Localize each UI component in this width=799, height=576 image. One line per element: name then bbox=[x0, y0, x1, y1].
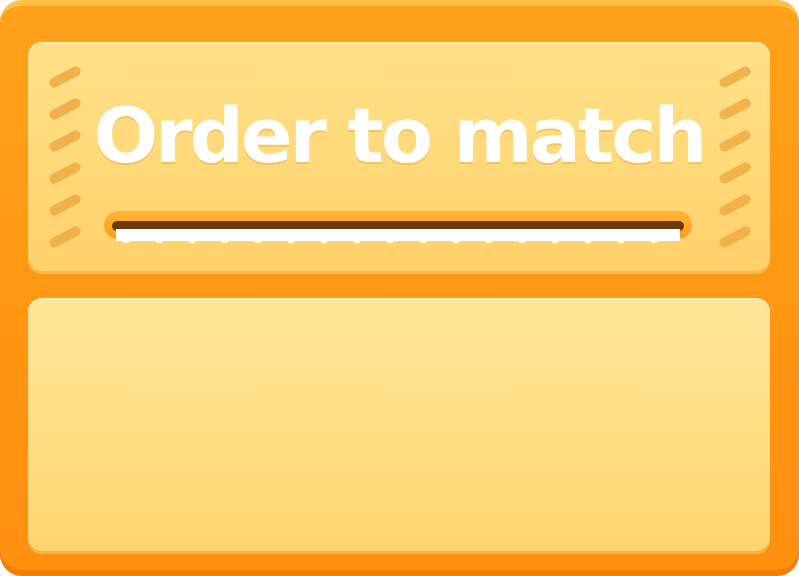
ticket-slot bbox=[104, 207, 692, 251]
ticket-perforation bbox=[116, 239, 680, 247]
page-title: Order to match bbox=[93, 91, 708, 180]
answer-area[interactable] bbox=[28, 298, 770, 554]
title-panel: Order to match bbox=[28, 42, 770, 274]
ticket-machine: Order to match bbox=[0, 0, 799, 576]
